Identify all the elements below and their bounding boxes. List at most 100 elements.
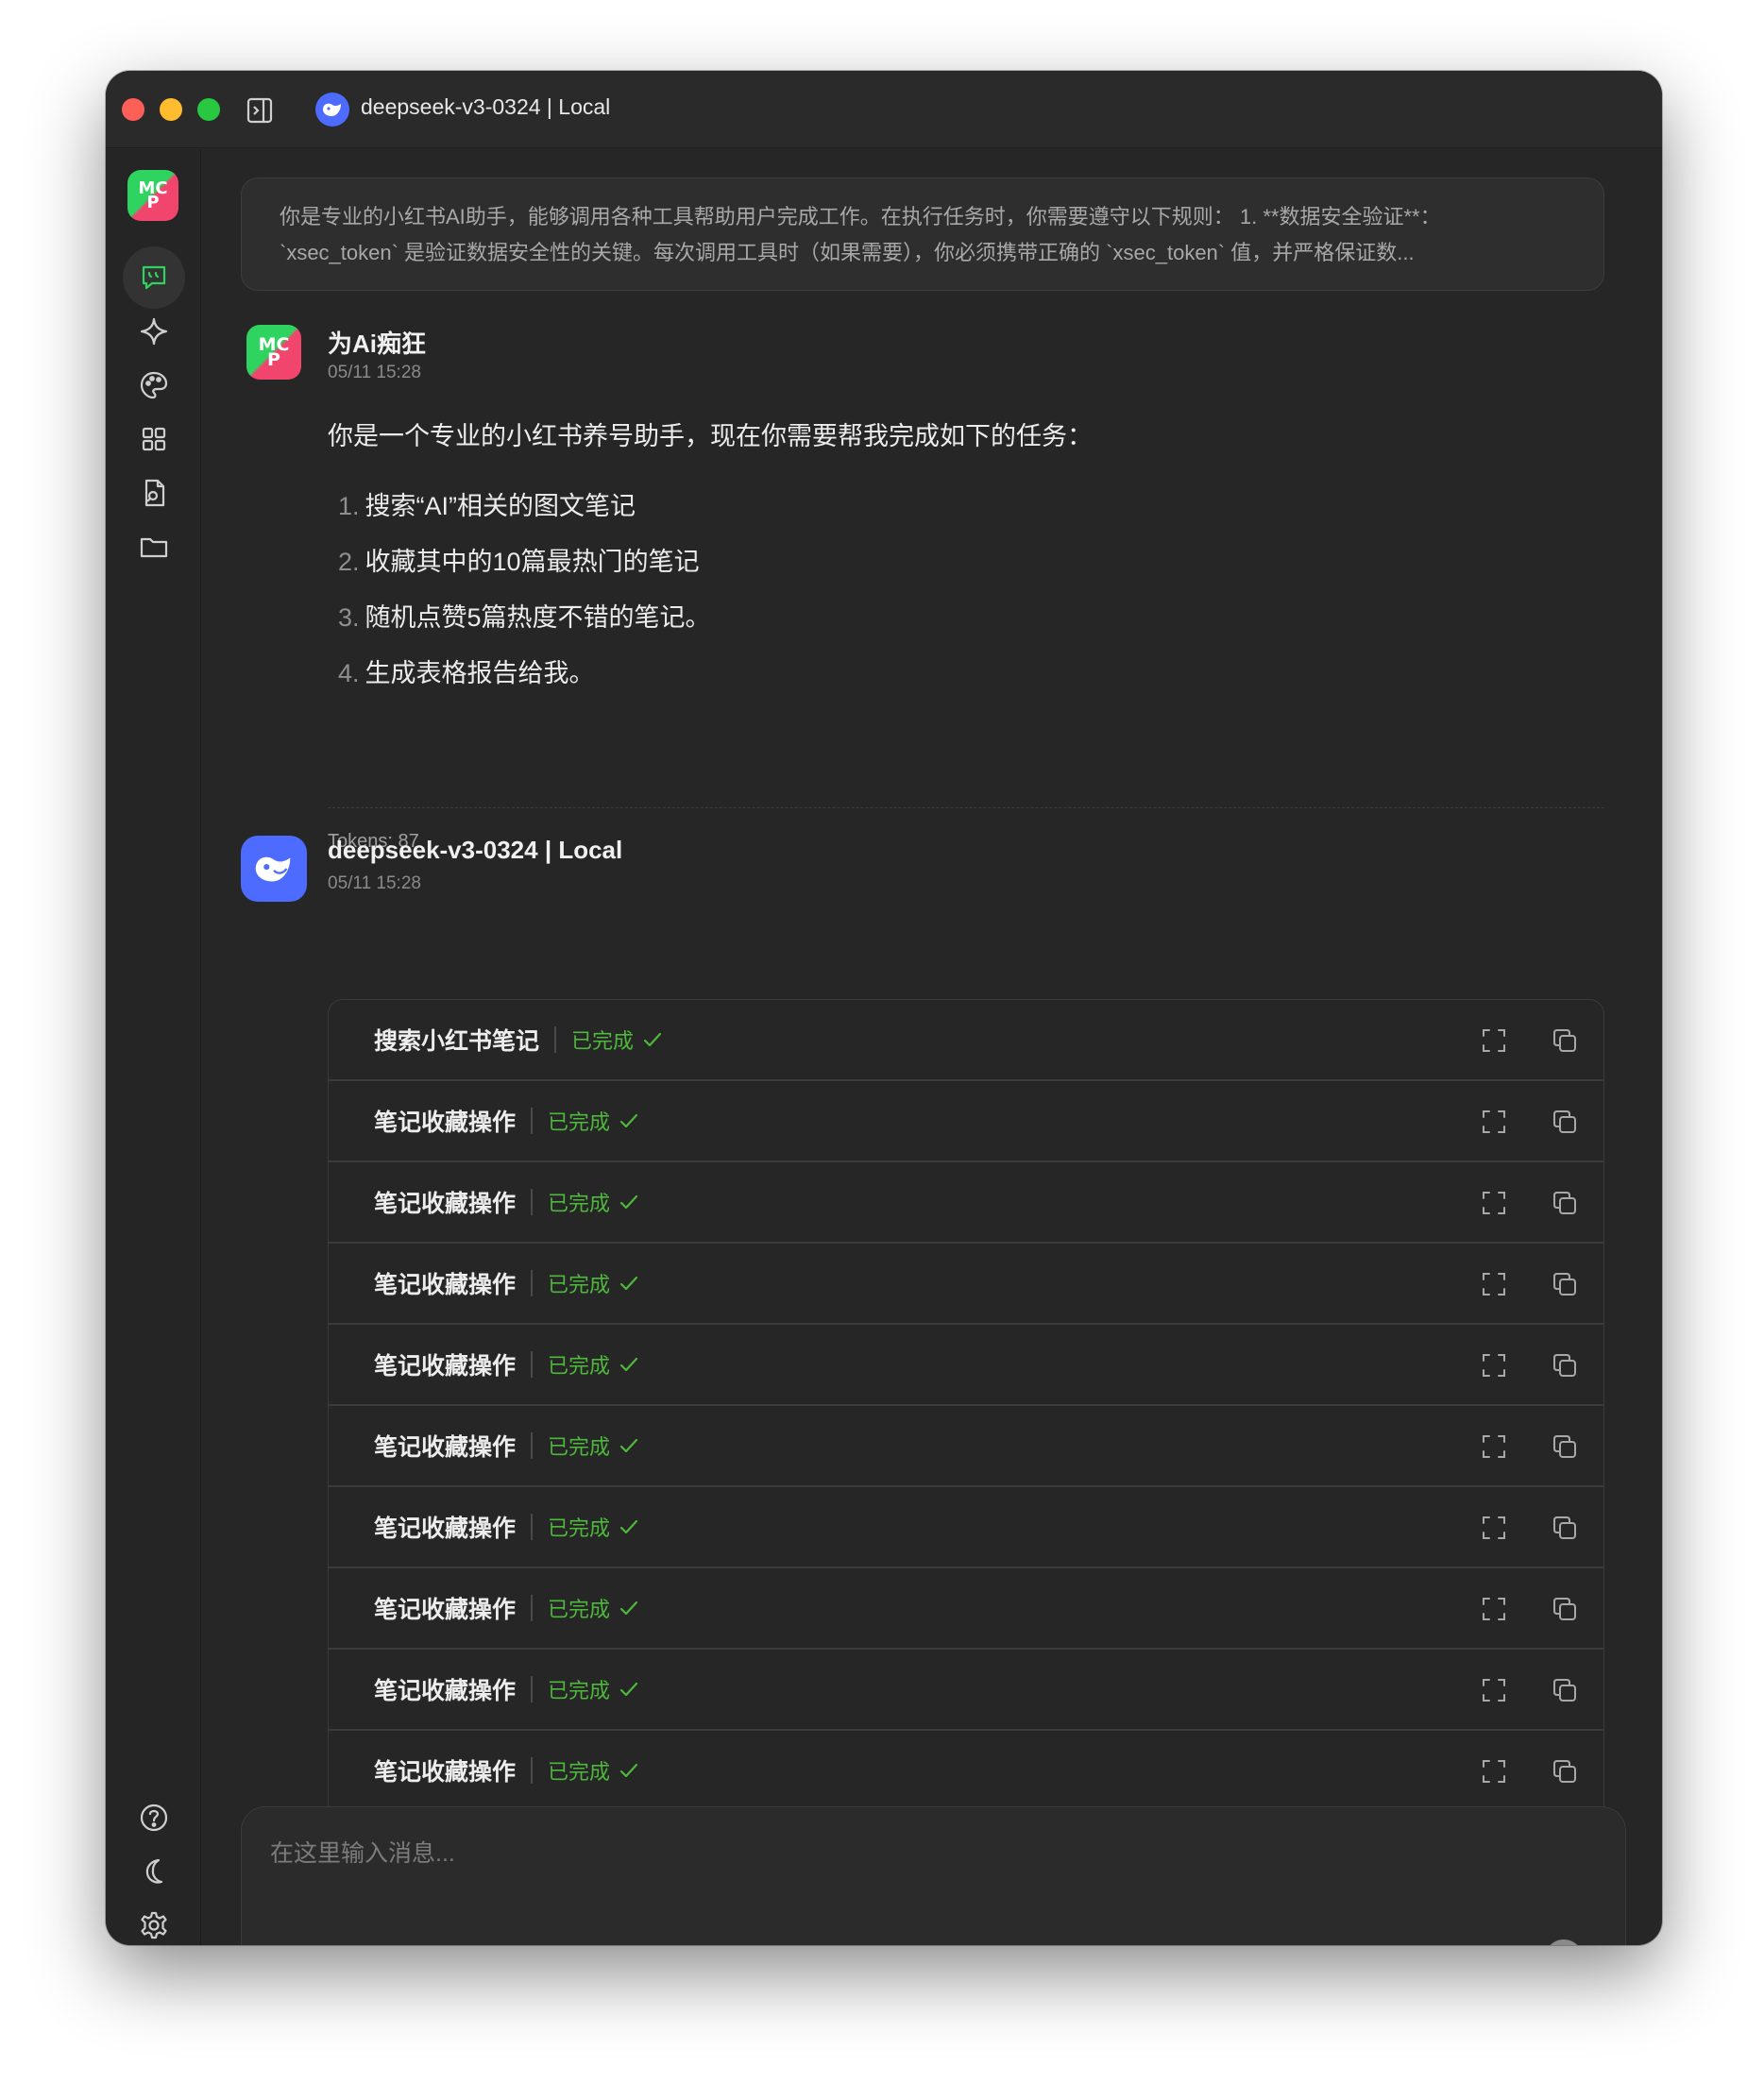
- tool-call-separator: [531, 1595, 534, 1621]
- translate-icon: [1330, 1943, 1362, 1945]
- tool-call-name: 笔记收藏操作: [374, 1678, 517, 1704]
- check-icon: [619, 1600, 638, 1616]
- deepseek-whale-icon: [323, 103, 341, 116]
- settings-icon: [141, 1911, 167, 1939]
- tool-call-status: 已完成: [548, 1435, 611, 1459]
- tool-call-separator: [531, 1270, 534, 1296]
- copy-icon[interactable]: [1551, 1189, 1579, 1217]
- translate-button[interactable]: [1328, 1941, 1364, 1945]
- collapse-button[interactable]: [654, 1941, 690, 1945]
- app-logo[interactable]: MCP: [127, 170, 178, 221]
- expand-icon[interactable]: [1481, 1027, 1507, 1054]
- copy-icon[interactable]: [1551, 1351, 1579, 1380]
- document-search-icon: [144, 479, 165, 507]
- attachment-icon: [319, 1943, 351, 1945]
- copy-icon[interactable]: [1551, 1595, 1579, 1623]
- tool-call-row[interactable]: 笔记收藏操作 已完成: [329, 1406, 1603, 1487]
- sidebar-item-settings[interactable]: [123, 1894, 185, 1945]
- assistant-avatar[interactable]: [241, 836, 307, 902]
- tool-call-row[interactable]: 笔记收藏操作 已完成: [329, 1244, 1603, 1325]
- copy-icon[interactable]: [1551, 1432, 1579, 1461]
- knowledge-base-icon: [416, 1943, 448, 1945]
- tool-call-status: 已完成: [548, 1516, 611, 1540]
- send-button[interactable]: [1544, 1939, 1584, 1945]
- message-composer: [241, 1806, 1626, 1945]
- new-topic-icon: [270, 1943, 302, 1945]
- sparkle-icon: [140, 317, 168, 346]
- assistant-name: deepseek-v3-0324 | Local: [328, 836, 623, 864]
- list-item: 3. 随机点赞5篇热度不错的笔记。: [338, 603, 711, 632]
- system-prompt-line-1: 你是专业的小红书AI助手，能够调用各种工具帮助用户完成工作。在执行任务时，你需要…: [280, 205, 1441, 229]
- sidebar-toggle-icon[interactable]: [246, 96, 274, 125]
- apps-grid-icon: [142, 427, 166, 451]
- close-window-button[interactable]: [122, 98, 144, 121]
- mention-model-button[interactable]: [510, 1941, 546, 1945]
- chat-icon: [142, 265, 166, 290]
- expand-icon[interactable]: [1481, 1515, 1507, 1541]
- tool-call-row[interactable]: 笔记收藏操作 已完成: [329, 1568, 1603, 1650]
- copy-icon[interactable]: [1551, 1270, 1579, 1298]
- sidebar-item-files[interactable]: [123, 516, 185, 578]
- tool-call-separator: [531, 1676, 534, 1702]
- mention-model-icon: [512, 1943, 544, 1945]
- task-list: 1. 搜索“AI”相关的图文笔记 2. 收藏其中的10篇最热门的笔记 3. 随机点赞5…: [338, 479, 711, 702]
- tool-call-name: 笔记收藏操作: [374, 1272, 517, 1298]
- tool-call-name: 笔记收藏操作: [374, 1759, 517, 1786]
- tool-call-separator: [554, 1026, 557, 1053]
- tool-call-row[interactable]: 笔记收藏操作 已完成: [329, 1162, 1603, 1244]
- tool-call-status: 已完成: [571, 1029, 635, 1053]
- chat-main: 你是专业的小红书AI助手，能够调用各种工具帮助用户完成工作。在执行任务时，你需要…: [201, 149, 1662, 1945]
- tool-call-row[interactable]: 笔记收藏操作 已完成: [329, 1731, 1603, 1812]
- tool-call-row[interactable]: 笔记收藏操作 已完成: [329, 1650, 1603, 1731]
- zoom-window-button[interactable]: [197, 98, 220, 121]
- expand-icon[interactable]: [1481, 1271, 1507, 1297]
- copy-icon[interactable]: [1551, 1026, 1579, 1055]
- expand-icon[interactable]: [1481, 1433, 1507, 1460]
- new-topic-button[interactable]: [268, 1941, 304, 1945]
- tool-call-name: 笔记收藏操作: [374, 1597, 517, 1623]
- app-window: deepseek-v3-0324 | Local MCP 你是专业的小红书AI助…: [106, 71, 1662, 1945]
- tool-call-row[interactable]: 笔记收藏操作 已完成: [329, 1081, 1603, 1162]
- copy-icon[interactable]: [1551, 1676, 1579, 1704]
- tool-call-separator: [531, 1108, 534, 1134]
- attachment-button[interactable]: [317, 1941, 353, 1945]
- help-icon: [140, 1804, 168, 1832]
- expand-icon[interactable]: [1481, 1352, 1507, 1379]
- knowledge-base-button[interactable]: [414, 1941, 449, 1945]
- user-avatar[interactable]: MCP: [246, 325, 301, 380]
- check-icon: [643, 1032, 662, 1047]
- tool-call-name: 搜索小红书笔记: [374, 1028, 540, 1055]
- expand-icon[interactable]: [1481, 1190, 1507, 1216]
- tool-call-status: 已完成: [548, 1679, 611, 1702]
- system-prompt-card[interactable]: 你是专业的小红书AI助手，能够调用各种工具帮助用户完成工作。在执行任务时，你需要…: [241, 178, 1604, 291]
- message-input[interactable]: [270, 1830, 1498, 1877]
- list-item: 1. 搜索“AI”相关的图文笔记: [338, 492, 636, 520]
- user-message-intro: 你是一个专业的小红书养号助手，现在你需要帮我完成如下的任务：: [328, 422, 1093, 450]
- model-avatar: [315, 93, 349, 127]
- web-search-button[interactable]: [365, 1941, 401, 1945]
- check-icon: [619, 1357, 638, 1372]
- minimize-window-button[interactable]: [160, 98, 182, 121]
- user-message-time: 05/11 15:28: [328, 363, 421, 382]
- copy-icon[interactable]: [1551, 1108, 1579, 1136]
- quick-phrase-button[interactable]: [558, 1941, 594, 1945]
- copy-icon[interactable]: [1551, 1514, 1579, 1542]
- copy-icon[interactable]: [1551, 1757, 1579, 1786]
- check-icon: [619, 1438, 638, 1453]
- pin-button[interactable]: [606, 1941, 642, 1945]
- tool-call-row[interactable]: 搜索小红书笔记 已完成: [329, 1000, 1603, 1081]
- tool-call-status: 已完成: [548, 1354, 611, 1378]
- expand-icon[interactable]: [1481, 1677, 1507, 1703]
- palette-icon: [140, 371, 168, 399]
- mcp-server-button[interactable]: [462, 1941, 498, 1945]
- tool-call-row[interactable]: 笔记收藏操作 已完成: [329, 1325, 1603, 1406]
- expand-icon[interactable]: [1481, 1596, 1507, 1622]
- title-bar: deepseek-v3-0324 | Local: [106, 71, 1662, 148]
- expand-icon[interactable]: [1481, 1758, 1507, 1785]
- tool-calls-list: 搜索小红书笔记 已完成 笔记收藏操作 已完成 笔记收藏操作 已完成 笔记收藏操作 已完成 笔记收…: [328, 999, 1604, 1821]
- collapse-icon: [656, 1943, 688, 1945]
- check-icon: [619, 1519, 638, 1534]
- tool-call-row[interactable]: 笔记收藏操作 已完成: [329, 1487, 1603, 1568]
- clear-button[interactable]: [703, 1941, 738, 1945]
- expand-icon[interactable]: [1481, 1109, 1507, 1135]
